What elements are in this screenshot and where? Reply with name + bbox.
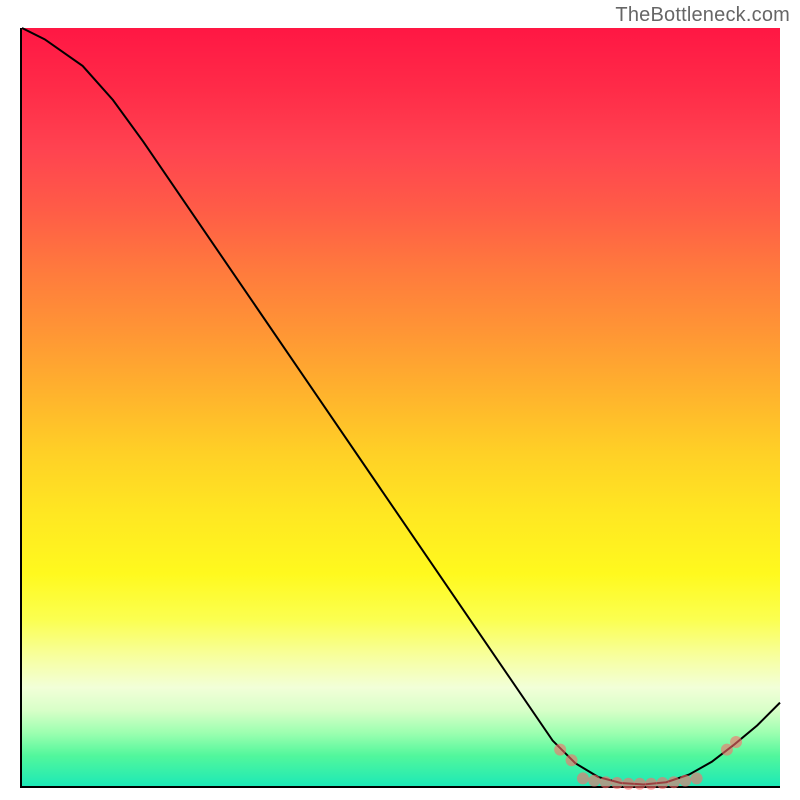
markers-group <box>554 736 742 790</box>
marker-dot <box>691 772 703 784</box>
marker-dot <box>645 778 657 790</box>
chart-container: TheBottleneck.com <box>0 0 800 800</box>
plot-area <box>20 28 780 788</box>
marker-dot <box>668 776 680 788</box>
marker-dot <box>622 778 634 790</box>
watermark-text: TheBottleneck.com <box>615 4 790 27</box>
marker-dot <box>657 777 669 789</box>
marker-dot <box>679 775 691 787</box>
marker-dot <box>577 772 589 784</box>
marker-dot <box>588 775 600 787</box>
marker-dot <box>611 777 623 789</box>
marker-dot <box>730 736 742 748</box>
marker-dot <box>554 744 566 756</box>
chart-svg <box>22 28 780 786</box>
marker-dot <box>566 754 578 766</box>
marker-dot <box>634 778 646 790</box>
marker-dot <box>600 776 612 788</box>
line-series <box>22 28 780 784</box>
